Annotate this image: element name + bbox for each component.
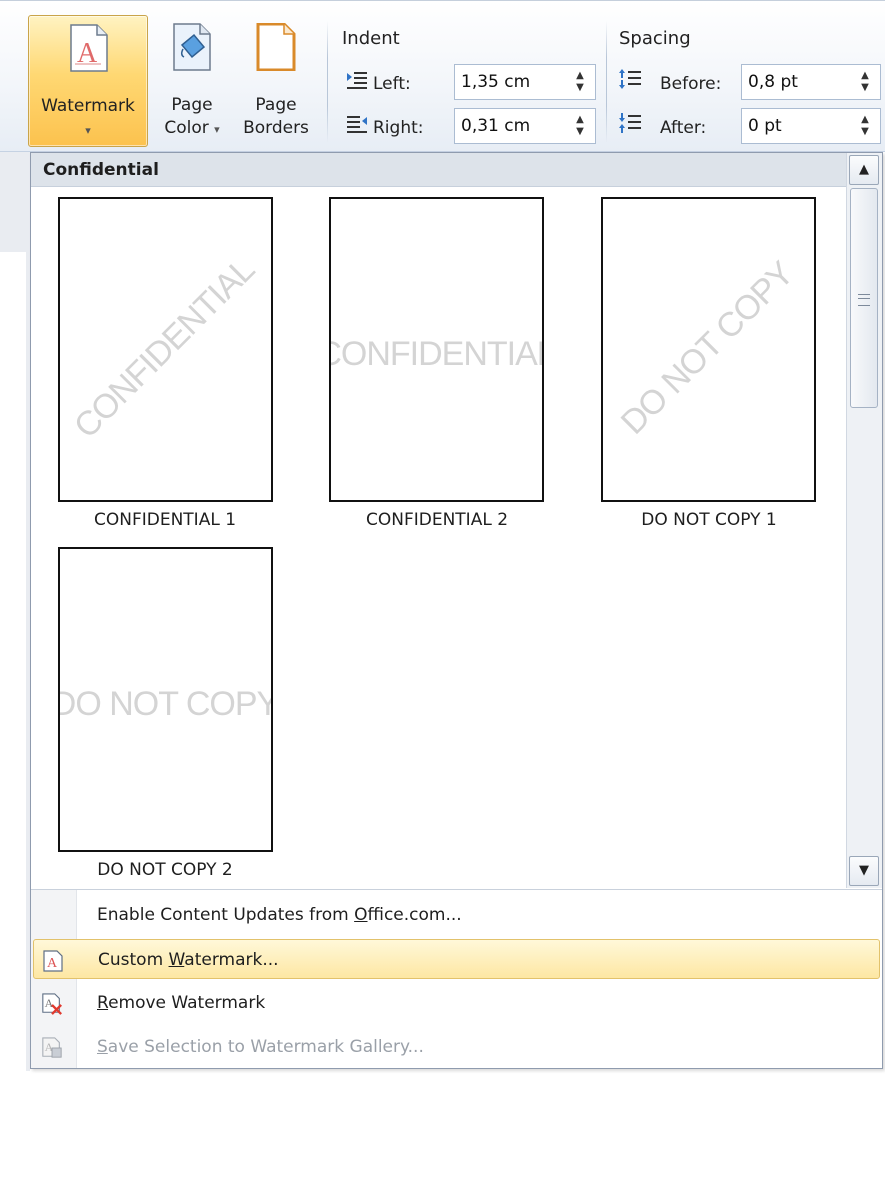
menu-text: atermark... bbox=[184, 950, 279, 970]
spacing-after-value[interactable]: 0 pt bbox=[748, 116, 782, 136]
spinner-arrows-icon[interactable]: ▲ ▼ bbox=[565, 65, 595, 99]
page-border-icon bbox=[256, 23, 296, 71]
menu-separator bbox=[31, 889, 882, 890]
spacing-before-icon bbox=[619, 69, 641, 89]
watermark-thumb-confidential-1[interactable]: CONFIDENTIAL bbox=[58, 197, 273, 502]
indent-right-spinner[interactable]: 0,31 cm ▲ ▼ bbox=[454, 108, 596, 144]
watermark-preview-text: CONFIDENTIAL bbox=[67, 251, 262, 446]
indent-left-value[interactable]: 1,35 cm bbox=[461, 72, 530, 92]
spacing-before-label: Before: bbox=[660, 74, 722, 94]
thumb-caption: CONFIDENTIAL 2 bbox=[365, 510, 509, 530]
save-selection-to-gallery-item[interactable]: A Save Selection to Watermark Gallery... bbox=[33, 1027, 880, 1067]
spinner-arrows-icon[interactable]: ▲ ▼ bbox=[565, 109, 595, 143]
menu-accelerator: W bbox=[168, 950, 185, 970]
watermark-label: Watermark bbox=[41, 96, 135, 116]
paint-bucket-icon bbox=[173, 23, 211, 71]
remove-watermark-item[interactable]: A Remove Watermark bbox=[33, 983, 880, 1023]
menu-text: Enable Content Updates from bbox=[97, 905, 355, 925]
thumb-caption: DO NOT COPY 2 bbox=[97, 860, 233, 880]
indent-right-label: Right: bbox=[373, 118, 424, 138]
ribbon-separator bbox=[327, 21, 328, 143]
indent-left-label: Left: bbox=[373, 74, 411, 94]
page-borders-label-2: Borders bbox=[243, 118, 309, 138]
indent-group-title: Indent bbox=[342, 28, 400, 49]
document-background bbox=[0, 152, 30, 1182]
indent-left-spinner[interactable]: 1,35 cm ▲ ▼ bbox=[454, 64, 596, 100]
svg-text:A: A bbox=[45, 996, 54, 1010]
svg-text:A: A bbox=[47, 956, 58, 971]
page-color-label-2: Color bbox=[164, 118, 209, 138]
menu-accelerator: R bbox=[97, 993, 109, 1013]
scroll-thumb[interactable] bbox=[850, 188, 878, 408]
chevron-down-icon: ▾ bbox=[214, 123, 220, 136]
spinner-arrows-icon[interactable]: ▲ ▼ bbox=[850, 109, 880, 143]
custom-watermark-item[interactable]: A Custom Watermark... bbox=[33, 939, 880, 979]
watermark-icon: A bbox=[70, 24, 108, 72]
spacing-before-spinner[interactable]: 0,8 pt ▲ ▼ bbox=[741, 64, 881, 100]
watermark-thumb-confidential-2[interactable]: CONFIDENTIAL bbox=[329, 197, 544, 502]
indent-right-value[interactable]: 0,31 cm bbox=[461, 116, 530, 136]
menu-text: ave Selection to Watermark Gallery... bbox=[107, 1037, 424, 1057]
grip-icon bbox=[858, 294, 870, 306]
menu-accelerator: S bbox=[97, 1037, 108, 1057]
spacing-after-label: After: bbox=[660, 118, 707, 138]
spacing-group-title: Spacing bbox=[619, 28, 691, 49]
spacing-after-icon bbox=[619, 113, 641, 133]
menu-accelerator: O bbox=[354, 905, 368, 925]
page-color-label-1: Page bbox=[171, 95, 213, 115]
menu-text: Custom bbox=[98, 950, 169, 970]
watermark-preview-text: CONFIDENTIAL bbox=[331, 335, 542, 373]
custom-watermark-icon: A bbox=[43, 950, 63, 972]
watermark-preview-text: DO NOT COPY bbox=[614, 255, 801, 442]
spacing-before-value[interactable]: 0,8 pt bbox=[748, 72, 798, 92]
save-to-gallery-icon: A bbox=[42, 1037, 62, 1058]
thumb-caption: CONFIDENTIAL 1 bbox=[93, 510, 237, 530]
indent-left-icon bbox=[347, 72, 367, 89]
chevron-down-icon: ▾ bbox=[85, 124, 91, 137]
enable-content-updates-item[interactable]: Enable Content Updates from Office.com..… bbox=[33, 895, 880, 935]
page-borders-button[interactable]: Page Borders bbox=[236, 15, 316, 147]
spinner-arrows-icon[interactable]: ▲ ▼ bbox=[850, 65, 880, 99]
ribbon-separator bbox=[606, 21, 607, 143]
page-color-button[interactable]: Page Color ▾ bbox=[150, 15, 234, 147]
gallery-scrollbar[interactable]: ▲ ▼ bbox=[846, 153, 882, 888]
watermark-thumb-do-not-copy-2[interactable]: DO NOT COPY bbox=[58, 547, 273, 852]
watermark-preview-text: DO NOT COPY bbox=[60, 685, 271, 723]
watermark-button[interactable]: A Watermark ▾ bbox=[28, 15, 148, 147]
document-page-edge bbox=[0, 252, 26, 1182]
scroll-down-button[interactable]: ▼ bbox=[849, 856, 879, 886]
thumb-caption: DO NOT COPY 1 bbox=[641, 510, 777, 530]
indent-right-icon bbox=[347, 116, 367, 133]
watermark-dropdown: Confidential CONFIDENTIAL CONFIDENTIAL 1… bbox=[30, 152, 883, 1069]
remove-watermark-icon: A bbox=[42, 993, 63, 1015]
ribbon: A Watermark ▾ Page Color ▾ Page Borders … bbox=[0, 0, 885, 152]
page-borders-label-1: Page bbox=[255, 95, 297, 115]
spacing-after-spinner[interactable]: 0 pt ▲ ▼ bbox=[741, 108, 881, 144]
scroll-up-button[interactable]: ▲ bbox=[849, 155, 879, 185]
menu-text: ffice.com... bbox=[367, 905, 462, 925]
menu-text: emove Watermark bbox=[108, 993, 266, 1013]
gallery-section-header: Confidential bbox=[31, 153, 846, 187]
watermark-thumb-do-not-copy-1[interactable]: DO NOT COPY bbox=[601, 197, 816, 502]
